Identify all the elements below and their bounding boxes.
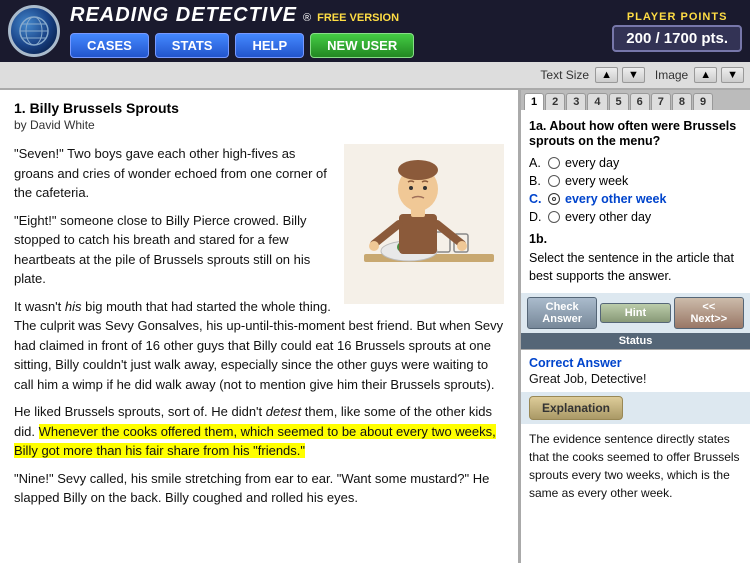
question-tab-1[interactable]: 1	[524, 93, 544, 110]
option-a[interactable]: A. every day	[529, 156, 742, 170]
correct-answer-title: Correct Answer	[529, 356, 742, 370]
option-c[interactable]: C. every other week	[529, 192, 742, 206]
new-user-button[interactable]: NEW USER	[310, 33, 414, 58]
app-name: READING DETECTIVE	[70, 4, 297, 27]
question-tab-6[interactable]: 6	[630, 93, 650, 110]
option-a-radio[interactable]	[548, 157, 560, 169]
option-d[interactable]: D. every other day	[529, 210, 742, 224]
question-1a-label: 1a. About how often were Brussels sprout…	[529, 119, 736, 148]
action-buttons-area: Check Answer Hint << Next>>	[521, 293, 750, 333]
option-c-text: every other week	[565, 192, 666, 206]
story-author: by David White	[14, 118, 504, 132]
help-button[interactable]: HELP	[235, 33, 304, 58]
question-tabs: 123456789	[521, 90, 750, 110]
correct-answer-text: Great Job, Detective!	[529, 372, 742, 386]
question-tab-2[interactable]: 2	[545, 93, 565, 110]
story-paragraph-3: It wasn't his big mouth that had started…	[14, 297, 504, 395]
toolbar: Text Size ▲ ▼ Image ▲ ▼	[0, 62, 750, 90]
option-d-radio[interactable]	[548, 211, 560, 223]
option-a-text: every day	[565, 156, 619, 170]
hint-button[interactable]: Hint	[600, 303, 670, 323]
option-b-text: every week	[565, 174, 628, 188]
option-c-letter: C.	[529, 192, 543, 206]
nav-buttons: CASES STATS HELP NEW USER	[70, 33, 602, 58]
next-button[interactable]: << Next>>	[674, 297, 744, 329]
story-illustration	[344, 144, 504, 307]
image-label: Image	[655, 68, 688, 82]
option-b[interactable]: B. every week	[529, 174, 742, 188]
text-size-label: Text Size	[540, 68, 589, 82]
player-points-value: 200 / 1700 pts.	[612, 25, 742, 52]
story-title: 1. Billy Brussels Sprouts	[14, 100, 504, 116]
text-size-down-button[interactable]: ▼	[622, 67, 645, 83]
right-panel: 123456789 1a. About how often were Bruss…	[520, 90, 750, 563]
cases-button[interactable]: CASES	[70, 33, 149, 58]
question-tab-4[interactable]: 4	[587, 93, 607, 110]
explanation-text-area: The evidence sentence directly states th…	[521, 424, 750, 563]
registered-symbol: ®	[303, 12, 311, 24]
question-1b-text: Select the sentence in the article that …	[529, 250, 742, 285]
option-b-letter: B.	[529, 174, 543, 188]
option-c-radio[interactable]	[548, 193, 560, 205]
question-tab-8[interactable]: 8	[672, 93, 692, 110]
option-d-letter: D.	[529, 210, 543, 224]
option-b-radio[interactable]	[548, 175, 560, 187]
answer-options: A. every day B. every week C. every othe…	[529, 156, 742, 224]
story-paragraph-5: "Nine!" Sevy called, his smile stretchin…	[14, 469, 504, 508]
header-center: READING DETECTIVE ® FREE VERSION CASES S…	[70, 4, 602, 58]
question-tab-9[interactable]: 9	[693, 93, 713, 110]
highlighted-sentence: Whenever the cooks offered them, which s…	[14, 424, 496, 459]
question-tab-7[interactable]: 7	[651, 93, 671, 110]
explanation-text: The evidence sentence directly states th…	[529, 430, 742, 502]
option-a-letter: A.	[529, 156, 543, 170]
question-1a-text: About how often were Brussels sprouts on…	[529, 119, 736, 148]
image-down-button[interactable]: ▼	[721, 67, 744, 83]
explanation-button-area: Explanation	[521, 392, 750, 424]
story-paragraph-4: He liked Brussels sprouts, sort of. He d…	[14, 402, 504, 461]
left-panel: 1. Billy Brussels Sprouts by David White	[0, 90, 520, 563]
correct-answer-section: Correct Answer Great Job, Detective!	[521, 349, 750, 392]
question-tab-3[interactable]: 3	[566, 93, 586, 110]
app-title-area: READING DETECTIVE ® FREE VERSION	[70, 4, 602, 27]
player-points-area: PLAYER POINTS 200 / 1700 pts.	[612, 11, 742, 52]
question-1b-label: 1b.	[529, 232, 742, 246]
question-area: 1a. About how often were Brussels sprout…	[521, 110, 750, 293]
free-version-label: FREE VERSION	[317, 12, 399, 24]
question-tab-5[interactable]: 5	[609, 93, 629, 110]
app-logo	[8, 5, 60, 57]
header: READING DETECTIVE ® FREE VERSION CASES S…	[0, 0, 750, 62]
image-up-button[interactable]: ▲	[694, 67, 717, 83]
option-d-text: every other day	[565, 210, 651, 224]
text-size-up-button[interactable]: ▲	[595, 67, 618, 83]
explanation-button[interactable]: Explanation	[529, 396, 623, 420]
main-content: 1. Billy Brussels Sprouts by David White	[0, 90, 750, 563]
player-points-label: PLAYER POINTS	[612, 11, 742, 23]
check-answer-button[interactable]: Check Answer	[527, 297, 597, 329]
status-bar: Status	[521, 333, 750, 349]
stats-button[interactable]: STATS	[155, 33, 230, 58]
